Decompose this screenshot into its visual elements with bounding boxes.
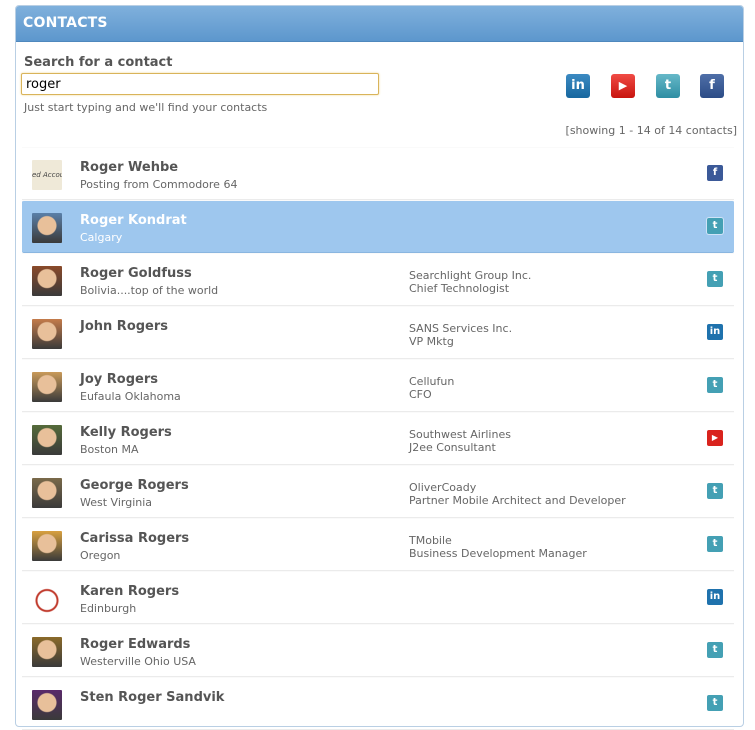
contact-title: Partner Mobile Architect and Developer — [409, 494, 626, 507]
contact-location: Edinburgh — [80, 602, 137, 615]
contact-name: Roger Goldfuss — [80, 266, 192, 281]
search-input[interactable] — [21, 73, 379, 95]
contact-company: SANS Services Inc. — [409, 322, 513, 335]
facebook-icon[interactable]: f — [700, 74, 724, 98]
twitter-icon[interactable]: t — [707, 271, 723, 287]
avatar — [32, 690, 62, 720]
contact-location: Bolivia....top of the world — [80, 284, 219, 297]
avatar — [32, 266, 62, 296]
twitter-icon[interactable]: t — [656, 74, 680, 98]
avatar — [32, 372, 62, 402]
avatar — [32, 319, 62, 349]
avatar — [32, 425, 62, 455]
youtube-icon[interactable]: ▶ — [707, 430, 723, 446]
contact-name: Carissa Rogers — [80, 531, 190, 546]
twitter-icon[interactable]: t — [707, 536, 723, 552]
linkedin-icon[interactable]: in — [707, 324, 723, 340]
twitter-icon[interactable]: t — [707, 218, 723, 234]
twitter-icon[interactable]: t — [707, 377, 723, 393]
facebook-icon[interactable]: f — [707, 165, 723, 181]
contact-row[interactable]: Roger Edwards Westerville Ohio USA t — [22, 624, 734, 677]
twitter-icon[interactable]: t — [707, 642, 723, 658]
avatar — [32, 531, 62, 561]
contact-location: Boston MA — [80, 443, 139, 456]
contact-name: John Rogers — [80, 319, 169, 334]
twitter-icon[interactable]: t — [707, 695, 723, 711]
contact-name: Roger Wehbe — [80, 160, 179, 175]
contact-name: George Rogers — [80, 478, 189, 493]
contact-name: Joy Rogers — [80, 372, 158, 387]
contact-company: Southwest Airlines — [409, 428, 511, 441]
contact-location: West Virginia — [80, 496, 153, 509]
contact-row[interactable]: Karen Rogers Edinburgh in — [22, 571, 734, 624]
contact-row[interactable]: Sten Roger Sandvik t — [22, 677, 734, 730]
twitter-icon[interactable]: t — [707, 483, 723, 499]
contact-location: Eufaula Oklahoma — [80, 390, 181, 403]
contact-name: Kelly Rogers — [80, 425, 172, 440]
contact-row[interactable]: Kelly Rogers Boston MA Southwest Airlines J… — [22, 412, 734, 465]
contact-company: TMobile — [409, 534, 452, 547]
avatar: ed Accou — [32, 160, 62, 190]
contact-title: Business Development Manager — [409, 547, 587, 560]
contact-row[interactable]: Roger Goldfuss Bolivia....top of the worl… — [22, 253, 734, 306]
contact-location: Posting from Commodore 64 — [80, 178, 238, 191]
contact-row[interactable]: Joy Rogers Eufaula Oklahoma Cellufun CFO t — [22, 359, 734, 412]
contact-company: OliverCoady — [409, 481, 477, 494]
contact-row[interactable]: Carissa Rogers Oregon TMobile Business Deve… — [22, 518, 734, 571]
contact-title: CFO — [409, 388, 432, 401]
contact-company: Cellufun — [409, 375, 455, 388]
search-label: Search for a contact — [24, 55, 173, 70]
linkedin-icon[interactable]: in — [566, 74, 590, 98]
contact-company: Searchlight Group Inc. — [409, 269, 532, 282]
contact-list: ed Accou Roger Wehbe Posting from Commodor… — [22, 147, 734, 730]
contact-name: Roger Kondrat — [80, 213, 187, 228]
avatar — [32, 213, 62, 243]
contact-row[interactable]: John Rogers SANS Services Inc. VP Mktg in — [22, 306, 734, 359]
contact-location: Oregon — [80, 549, 121, 562]
contact-name: Roger Edwards — [80, 637, 191, 652]
contact-row[interactable]: Roger Kondrat Calgary t — [22, 200, 734, 253]
contact-title: VP Mktg — [409, 335, 454, 348]
youtube-icon[interactable]: ▶ — [611, 74, 635, 98]
contact-row[interactable]: ed Accou Roger Wehbe Posting from Commodor… — [22, 147, 734, 200]
search-section: Search for a contact Just start typing a… — [15, 5, 744, 145]
avatar — [32, 478, 62, 508]
contact-location: Calgary — [80, 231, 123, 244]
avatar — [32, 584, 62, 614]
contact-location: Westerville Ohio USA — [80, 655, 196, 668]
contact-name: Karen Rogers — [80, 584, 180, 599]
linkedin-icon[interactable]: in — [707, 589, 723, 605]
results-count: [showing 1 - 14 of 14 contacts] — [565, 124, 737, 137]
contact-row[interactable]: George Rogers West Virginia OliverCoady Par… — [22, 465, 734, 518]
search-hint: Just start typing and we'll find your co… — [24, 101, 268, 114]
contact-title: J2ee Consultant — [409, 441, 496, 454]
avatar — [32, 637, 62, 667]
contact-title: Chief Technologist — [409, 282, 510, 295]
